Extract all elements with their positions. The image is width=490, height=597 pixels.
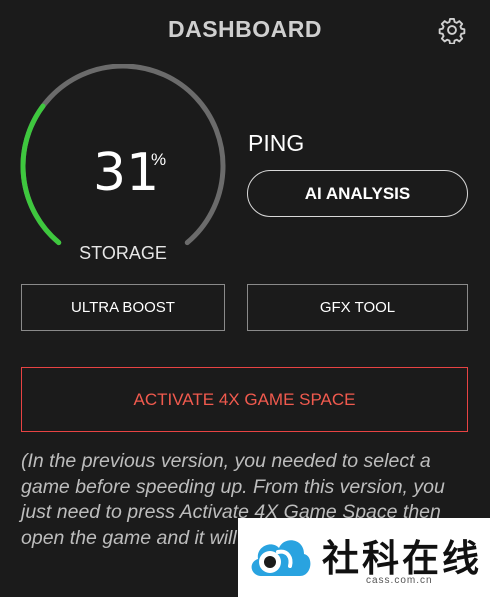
cloud-logo-icon [251, 540, 311, 576]
gfx-tool-button[interactable]: GFX TOOL [247, 284, 468, 331]
watermark-url: cass.com.cn [366, 575, 433, 586]
watermark-text: 社科在线 [322, 537, 482, 580]
activate-game-space-button[interactable]: ACTIVATE 4X GAME SPACE [21, 367, 468, 432]
gauge-fill [20, 103, 62, 246]
storage-label: STORAGE [79, 243, 167, 263]
storage-percent-unit: % [151, 150, 167, 169]
page-title: DASHBOARD [168, 16, 322, 42]
ping-label: PING [248, 130, 305, 156]
ultra-boost-button[interactable]: ULTRA BOOST [21, 284, 225, 331]
ai-analysis-button[interactable]: AI ANALYSIS [247, 170, 468, 217]
watermark-overlay: 社科在线 cass.com.cn [238, 518, 490, 597]
storage-percent-value: 31 [93, 143, 160, 203]
gear-icon[interactable] [438, 16, 466, 44]
